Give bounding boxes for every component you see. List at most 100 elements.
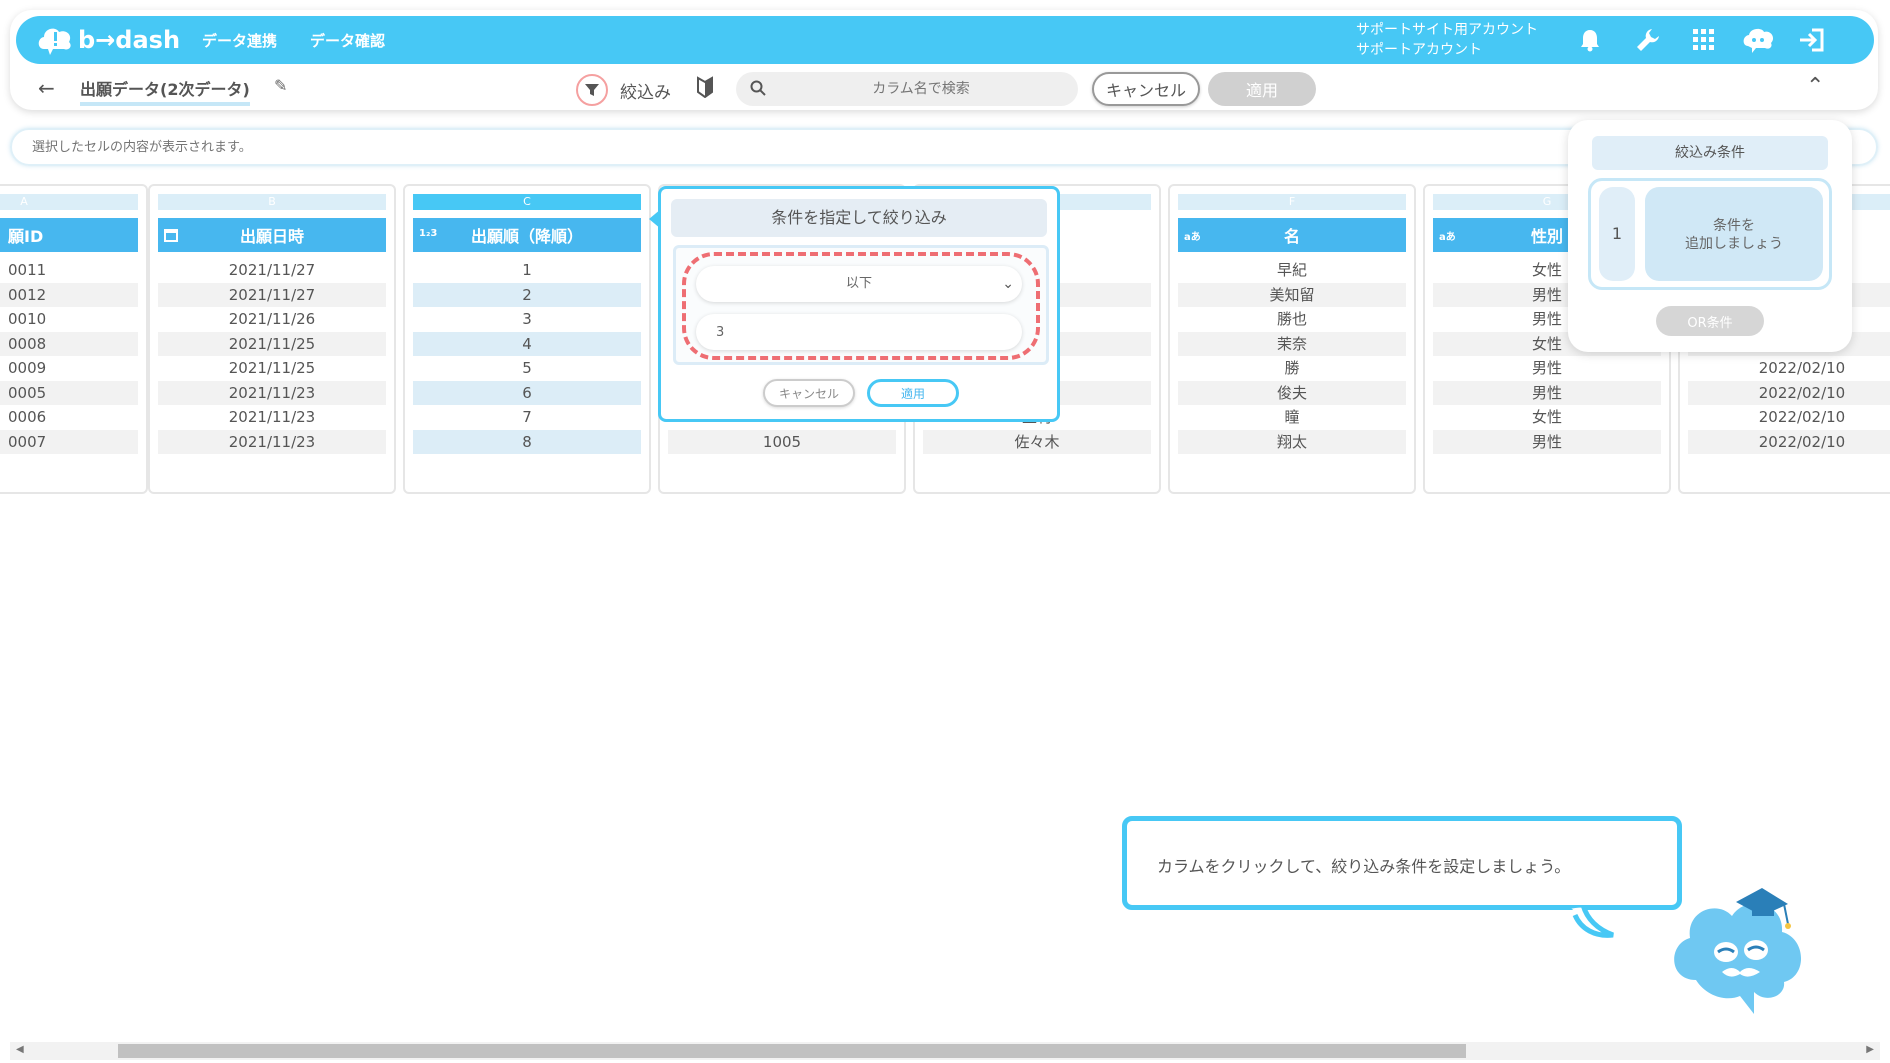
add-condition-line1: 条件を	[1713, 218, 1755, 234]
column-B[interactable]: B 出願日時 2021/11/27 2021/11/27 2021/11/26 2021/…	[148, 184, 396, 494]
table-cell[interactable]: 3	[413, 307, 641, 331]
table-cell[interactable]: 翔太	[1178, 429, 1406, 454]
table-cell[interactable]: 美知留	[1178, 282, 1406, 307]
table-cell[interactable]: 0005	[0, 380, 138, 405]
filter-label: 絞込み	[620, 83, 671, 103]
table-cell[interactable]: 1	[413, 258, 641, 282]
beginner-mark-icon[interactable]	[696, 76, 714, 102]
table-cell[interactable]: 茉奈	[1178, 331, 1406, 356]
chat-bot-icon[interactable]	[1742, 24, 1774, 56]
table-cell[interactable]: 俊夫	[1178, 380, 1406, 405]
column-letter[interactable]: A	[0, 194, 138, 210]
wrench-icon[interactable]	[1632, 24, 1664, 56]
table-cell[interactable]: 2022/02/10	[1688, 405, 1890, 429]
account-info[interactable]: サポートサイト用アカウント サポートアカウント	[1356, 20, 1538, 60]
table-cell[interactable]: 2021/11/23	[158, 405, 386, 429]
column-header[interactable]: 出願日時	[158, 218, 386, 252]
table-cell[interactable]: 男性	[1433, 429, 1661, 454]
value-field[interactable]	[696, 314, 1022, 350]
popup-cancel-button[interactable]: キャンセル	[763, 379, 855, 407]
popup-apply-button[interactable]: 適用	[867, 379, 959, 407]
table-cell[interactable]: 2021/11/25	[158, 331, 386, 356]
table-cell[interactable]: 0006	[0, 405, 138, 429]
column-search[interactable]	[736, 72, 1078, 106]
table-cell[interactable]: 2021/11/27	[158, 258, 386, 282]
table-cell[interactable]: 勝也	[1178, 307, 1406, 331]
scroll-right-arrow-icon[interactable]: ▶	[1866, 1044, 1874, 1055]
table-cell[interactable]: 男性	[1433, 380, 1661, 405]
table-cell[interactable]: 2021/11/27	[158, 282, 386, 307]
logo[interactable]: b→dash	[36, 22, 180, 58]
column-C[interactable]: C 1₂3 出願順（降順） 1 2 3 4 5 6 7 8	[403, 184, 651, 494]
nav-data-link[interactable]: データ連携	[202, 30, 277, 51]
column-F[interactable]: Faあ 名早紀 美知留 勝也 茉奈勝俊夫瞳翔太	[1168, 184, 1416, 494]
add-condition-slot[interactable]: 条件を 追加しましょう	[1645, 187, 1823, 281]
table-cell[interactable]: 女性	[1433, 405, 1661, 429]
logout-icon[interactable]	[1796, 24, 1828, 56]
table-cell[interactable]: 2021/11/26	[158, 307, 386, 331]
table-cell[interactable]: 2022/02/10	[1688, 356, 1890, 380]
column-header[interactable]: 願ID	[0, 218, 138, 252]
column-header-label: 出願日時	[239, 227, 304, 246]
table-cell[interactable]: 0011	[0, 258, 138, 282]
column-search-input[interactable]	[776, 72, 1066, 106]
value-input[interactable]	[716, 314, 1006, 350]
table-cell[interactable]: 0009	[0, 356, 138, 380]
horizontal-scrollbar[interactable]: ◀ ▶	[10, 1042, 1880, 1060]
column-header[interactable]: aあ 名	[1178, 218, 1406, 252]
operator-select[interactable]: 以下 ⌄	[696, 266, 1022, 302]
or-condition-button[interactable]: OR条件	[1656, 306, 1764, 336]
operator-select-value: 以下	[845, 276, 872, 291]
condition-group: 1 条件を 追加しましょう	[1588, 178, 1832, 290]
column-letter[interactable]: B	[158, 194, 386, 210]
table-cell[interactable]: 0012	[0, 282, 138, 307]
filter-conditions-panel: 絞込み条件 1 条件を 追加しましょう OR条件	[1568, 120, 1852, 352]
filter-condition-popup: 条件を指定して絞り込み 以下 ⌄ キャンセル 適用	[649, 186, 1060, 422]
scroll-left-arrow-icon[interactable]: ◀	[16, 1044, 24, 1055]
dataset-title[interactable]: 出願データ(2次データ)	[80, 76, 250, 106]
column-type-icon: 1₂3	[419, 228, 438, 239]
edit-pencil-icon[interactable]: ✎	[274, 76, 287, 95]
column-header-label: 性別	[1530, 227, 1563, 246]
table-cell[interactable]: 2021/11/23	[158, 380, 386, 405]
nav-data-check[interactable]: データ確認	[310, 30, 385, 51]
table-cell[interactable]: 2021/11/25	[158, 356, 386, 380]
apply-button[interactable]: 適用	[1208, 72, 1316, 106]
table-cell[interactable]: 0010	[0, 307, 138, 331]
table-cell[interactable]: 1005	[668, 429, 896, 454]
table-cell[interactable]: 2022/02/10	[1688, 380, 1890, 405]
table-cell[interactable]: 5	[413, 356, 641, 380]
table-cell[interactable]: 2022/02/10	[1688, 429, 1890, 454]
table-cell[interactable]: 男性	[1433, 356, 1661, 380]
cell-content-input[interactable]	[32, 130, 1532, 164]
table-cell[interactable]: 2021/11/23	[158, 429, 386, 454]
chevron-up-icon[interactable]: ⌃	[1806, 74, 1824, 99]
column-header-label: 願ID	[8, 227, 44, 246]
account-user-name: サポートアカウント	[1356, 42, 1482, 58]
condition-group-index: 1	[1599, 187, 1635, 281]
apps-grid-icon[interactable]	[1688, 24, 1720, 56]
table-cell[interactable]: 4	[413, 331, 641, 356]
column-header[interactable]: 1₂3 出願順（降順）	[413, 218, 641, 252]
table-cell[interactable]: 勝	[1178, 356, 1406, 380]
table-cell[interactable]: 佐々木	[923, 429, 1151, 454]
filter-funnel-icon[interactable]	[576, 74, 608, 106]
guide-tooltip: カラムをクリックして、絞り込み条件を設定しましょう。	[1122, 816, 1682, 938]
table-cell[interactable]: 8	[413, 429, 641, 454]
table-cell[interactable]: 6	[413, 380, 641, 405]
chevron-down-icon: ⌄	[1002, 276, 1014, 292]
table-cell[interactable]: 7	[413, 405, 641, 429]
scrollbar-thumb[interactable]	[118, 1044, 1466, 1058]
table-cell[interactable]: 瞳	[1178, 405, 1406, 429]
table-cell[interactable]: 0008	[0, 331, 138, 356]
table-cell[interactable]: 早紀	[1178, 258, 1406, 282]
column-letter[interactable]: C	[413, 194, 641, 210]
cancel-button[interactable]: キャンセル	[1092, 72, 1200, 106]
bell-icon[interactable]	[1574, 24, 1606, 56]
back-arrow-icon[interactable]: ←	[38, 76, 55, 100]
column-letter[interactable]: F	[1178, 194, 1406, 210]
table-cell[interactable]: 2	[413, 282, 641, 307]
table-cell[interactable]: 0007	[0, 429, 138, 454]
column-A[interactable]: A 願ID 0011 0012 0010 0008 0009 0005 0006 0007	[0, 184, 148, 494]
column-type-icon: aあ	[1184, 232, 1201, 243]
